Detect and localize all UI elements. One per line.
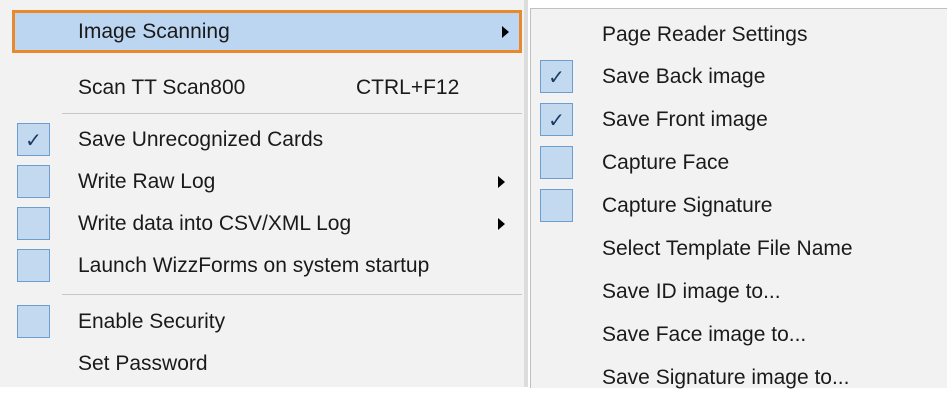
main-context-menu: Image Scanning Scan TT Scan800 CTRL+F12 … [0, 0, 528, 387]
menu-item-write-csv-xml-log[interactable]: Write data into CSV/XML Log [0, 204, 520, 244]
submenu-item-label: Save Signature image to... [602, 366, 850, 389]
image-scanning-submenu: Page Reader Settings ✓ Save Back image ✓… [530, 8, 947, 389]
submenu-item-save-face-image[interactable]: Save Face image to... [531, 315, 931, 355]
submenu-item-label: Save ID image to... [602, 280, 781, 303]
menu-item-label: Set Password [78, 352, 208, 375]
menu-shadow-edge [524, 0, 528, 387]
menu-item-write-raw-log[interactable]: Write Raw Log [0, 162, 520, 202]
menu-item-label: Image Scanning [78, 19, 230, 43]
submenu-item-label: Save Front image [602, 108, 768, 131]
menu-item-label: Launch WizzForms on system startup [78, 254, 430, 277]
checkbox-capture-face[interactable] [540, 146, 573, 179]
menu-item-set-password[interactable]: Set Password [0, 344, 520, 384]
submenu-item-label: Capture Face [602, 151, 730, 174]
menu-item-launch-wizzforms-startup[interactable]: Launch WizzForms on system startup [0, 246, 520, 286]
submenu-item-save-front-image[interactable]: ✓ Save Front image [531, 100, 931, 140]
submenu-item-label: Capture Signature [602, 194, 773, 217]
checkbox-launch-wizzforms-startup[interactable] [17, 249, 50, 282]
submenu-arrow-icon [502, 25, 509, 38]
menu-item-scan-tt-scan800[interactable]: Scan TT Scan800 CTRL+F12 [0, 68, 520, 108]
check-icon: ✓ [548, 107, 565, 132]
submenu-item-save-back-image[interactable]: ✓ Save Back image [531, 57, 931, 97]
checkbox-save-front-image[interactable]: ✓ [540, 103, 573, 136]
checkbox-save-unrecognized-cards[interactable]: ✓ [17, 123, 50, 156]
checkbox-save-back-image[interactable]: ✓ [540, 60, 573, 93]
submenu-item-page-reader-settings[interactable]: Page Reader Settings [531, 15, 931, 55]
submenu-item-label: Page Reader Settings [602, 23, 808, 46]
submenu-item-label: Save Face image to... [602, 323, 807, 346]
submenu-item-select-template-file-name[interactable]: Select Template File Name [531, 229, 931, 269]
menu-item-label: Scan TT Scan800 [78, 76, 246, 99]
submenu-arrow-icon [498, 218, 505, 230]
submenu-item-label: Select Template File Name [602, 237, 853, 260]
menu-item-enable-security[interactable]: Enable Security [0, 302, 520, 342]
menu-item-label: Enable Security [78, 310, 226, 333]
checkbox-enable-security[interactable] [17, 305, 50, 338]
check-icon: ✓ [25, 127, 42, 152]
menu-separator [62, 113, 522, 114]
menu-item-image-scanning[interactable]: Image Scanning [12, 10, 522, 53]
submenu-arrow-icon [498, 176, 505, 188]
checkbox-capture-signature[interactable] [540, 189, 573, 222]
checkbox-write-raw-log[interactable] [17, 165, 50, 198]
shortcut-label: CTRL+F12 [356, 76, 460, 99]
submenu-item-save-id-image[interactable]: Save ID image to... [531, 272, 931, 312]
checkbox-write-csv-xml-log[interactable] [17, 207, 50, 240]
submenu-item-label: Save Back image [602, 65, 766, 88]
menu-item-label: Save Unrecognized Cards [78, 128, 324, 151]
submenu-item-capture-signature[interactable]: Capture Signature [531, 186, 931, 226]
submenu-item-save-signature-image[interactable]: Save Signature image to... [531, 358, 931, 398]
submenu-item-capture-face[interactable]: Capture Face [531, 143, 931, 183]
menu-item-save-unrecognized-cards[interactable]: ✓ Save Unrecognized Cards [0, 120, 520, 160]
menu-item-label: Write Raw Log [78, 170, 216, 193]
menu-separator [62, 294, 522, 295]
menu-item-label: Write data into CSV/XML Log [78, 212, 352, 235]
check-icon: ✓ [548, 64, 565, 89]
